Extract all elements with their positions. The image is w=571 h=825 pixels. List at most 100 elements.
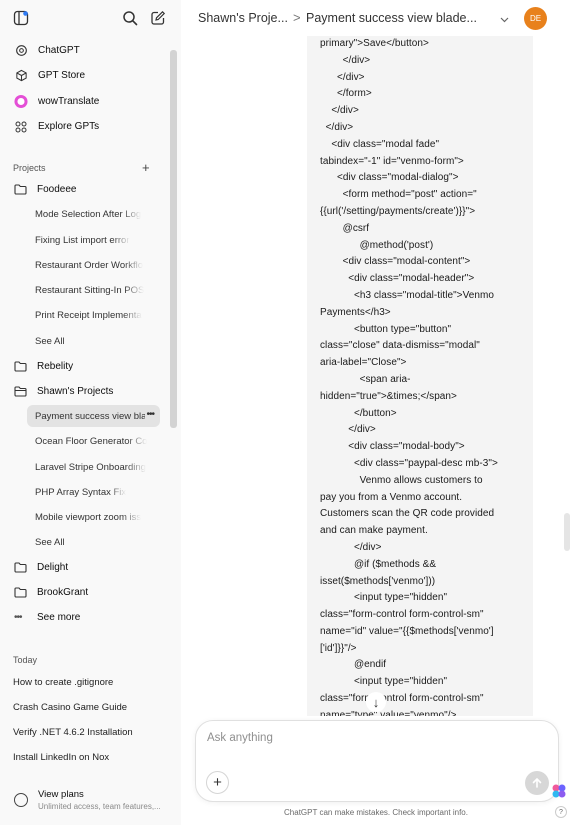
message-composer[interactable]: Ask anything +: [195, 720, 559, 802]
sidebar-toggle-icon[interactable]: [12, 9, 30, 27]
see-all-link[interactable]: See All: [27, 531, 160, 553]
see-more-projects[interactable]: ••• See more: [6, 606, 166, 628]
code-line: class="form-control form-control-sm": [320, 609, 484, 621]
chat-title: Fixing List import error: [35, 234, 130, 246]
code-line: primary">Save</button>: [320, 38, 429, 49]
project-delight[interactable]: Delight: [6, 556, 166, 578]
view-plans-subtitle: Unlimited access, team features,...: [38, 802, 161, 811]
chat-title: Payment success view bla: [35, 410, 145, 422]
code-line: <form method="post" action=": [320, 189, 477, 201]
new-chat-icon[interactable]: [149, 9, 167, 27]
view-plans-button[interactable]: View plans Unlimited access, team featur…: [6, 786, 170, 814]
code-line: <div class="paypal-desc mb-3">: [320, 457, 498, 469]
chat-item[interactable]: Fixing List import error: [27, 229, 160, 251]
code-line: <div class="modal-content">: [320, 256, 471, 268]
code-line: name="type" value="venmo"/>: [320, 709, 457, 716]
chat-item[interactable]: Laravel Stripe Onboarding: [27, 456, 160, 478]
send-button[interactable]: [525, 771, 549, 795]
see-all-label: See All: [35, 536, 65, 548]
code-line: <div class="modal fade": [320, 138, 440, 150]
sidebar: ChatGPT GPT Store wowTranslate Explore G…: [0, 0, 181, 825]
code-line: </div>: [320, 71, 365, 83]
extension-icon[interactable]: [551, 783, 567, 799]
new-project-plus-icon[interactable]: +: [142, 161, 150, 174]
code-block: primary">Save</button> </div> </div> </f…: [307, 36, 533, 716]
help-button[interactable]: ?: [555, 806, 567, 818]
folder-icon: [14, 182, 28, 196]
code-line: {{url('/setting/payments/create')}}">: [320, 205, 476, 217]
project-brookgrant[interactable]: BrookGrant: [6, 581, 166, 603]
code-line: class="form-control form-control-sm": [320, 693, 484, 705]
code-line: </div>: [320, 424, 376, 436]
code-line: <input type="hidden": [320, 676, 448, 688]
user-avatar[interactable]: DE: [524, 7, 547, 30]
breadcrumb-separator: >: [293, 10, 301, 25]
search-icon[interactable]: [121, 9, 139, 27]
breadcrumb-project[interactable]: Shawn's Proje...: [198, 11, 288, 25]
chat-item[interactable]: Restaurant Sitting-In POS: [27, 279, 160, 301]
history-item[interactable]: Install LinkedIn on Nox: [6, 746, 166, 768]
projects-heading: Projects: [13, 163, 46, 173]
code-line: @csrf: [320, 222, 370, 234]
code-line: aria-label="Close">: [320, 357, 407, 369]
sidebar-scrollbar[interactable]: [170, 50, 177, 428]
code-line: Payments</h3>: [320, 306, 391, 318]
code-line: </div>: [320, 541, 382, 553]
project-foodeee[interactable]: Foodeee: [6, 178, 166, 200]
nav-item-gpt-store[interactable]: GPT Store: [6, 64, 166, 87]
chat-item[interactable]: PHP Array Syntax Fix: [27, 481, 160, 503]
history-item[interactable]: Verify .NET 4.6.2 Installation: [6, 721, 166, 743]
nav-item-wowtranslate[interactable]: wowTranslate: [6, 90, 166, 113]
history-title: Crash Casino Game Guide: [13, 701, 128, 713]
code-line: <div class="modal-dialog">: [320, 172, 459, 184]
history-title: Install LinkedIn on Nox: [13, 751, 110, 763]
nav-item-label: wowTranslate: [38, 96, 100, 107]
code-line: pay you from a Venmo account.: [320, 491, 463, 503]
code-line: isset($methods['venmo'])): [320, 575, 436, 587]
see-all-link[interactable]: See All: [27, 330, 160, 352]
chevron-down-icon[interactable]: [499, 12, 510, 30]
history-item[interactable]: Crash Casino Game Guide: [6, 696, 166, 718]
code-line: Venmo allows customers to: [320, 474, 483, 486]
project-name: Rebelity: [37, 360, 74, 372]
see-all-label: See All: [35, 335, 65, 347]
message-input[interactable]: Ask anything: [207, 732, 273, 744]
project-rebelity[interactable]: Rebelity: [6, 355, 166, 377]
more-options-icon[interactable]: •••: [146, 409, 154, 420]
history-title: Verify .NET 4.6.2 Installation: [13, 726, 133, 738]
conversation-scrollbar[interactable]: [564, 513, 570, 551]
code-line: @method('post'): [320, 239, 434, 251]
view-plans-title: View plans: [38, 789, 84, 800]
upgrade-icon: [14, 793, 28, 807]
breadcrumb-chat-title[interactable]: Payment success view blade...: [306, 11, 477, 25]
chat-title: Laravel Stripe Onboarding: [35, 461, 146, 473]
chat-item[interactable]: Print Receipt Implementa: [27, 304, 160, 326]
chat-title: Ocean Floor Generator Co: [35, 435, 148, 447]
nav-item-label: Explore GPTs: [38, 121, 100, 132]
chat-title: Mode Selection After Log: [35, 208, 142, 220]
chat-item[interactable]: Mode Selection After Log: [27, 203, 160, 225]
chat-item-active[interactable]: Payment success view bla •••: [27, 405, 160, 427]
code-line: ['id']}}"/>: [320, 642, 357, 654]
code-line: @endif: [320, 659, 387, 671]
folder-icon: [14, 560, 28, 574]
chat-title: Mobile viewport zoom iss: [35, 511, 142, 523]
history-item[interactable]: How to create .gitignore: [6, 671, 166, 693]
chat-title: Restaurant Sitting-In POS: [35, 284, 145, 296]
scroll-to-bottom-button[interactable]: ↓: [366, 692, 386, 712]
nav-item-label: GPT Store: [38, 70, 86, 81]
code-line: hidden="true">&times;</span>: [320, 390, 457, 402]
nav-item-chatgpt[interactable]: ChatGPT: [6, 39, 166, 62]
wowtranslate-avatar-icon: [14, 94, 28, 109]
project-shawns-projects[interactable]: Shawn's Projects: [6, 380, 166, 402]
openai-logo-icon: [14, 44, 28, 58]
chat-item[interactable]: Mobile viewport zoom iss: [27, 506, 160, 528]
chat-item[interactable]: Ocean Floor Generator Co: [27, 430, 160, 452]
code-line: name="id" value="{{$methods['venmo']: [320, 625, 494, 637]
add-attachment-button[interactable]: +: [206, 771, 229, 794]
chat-item[interactable]: Restaurant Order Workflo: [27, 254, 160, 276]
chat-title: PHP Array Syntax Fix: [35, 486, 127, 498]
nav-item-explore-gpts[interactable]: Explore GPTs: [6, 115, 166, 138]
cube-icon: [14, 69, 28, 83]
code-line: tabindex="-1" id="venmo-form">: [320, 155, 464, 167]
